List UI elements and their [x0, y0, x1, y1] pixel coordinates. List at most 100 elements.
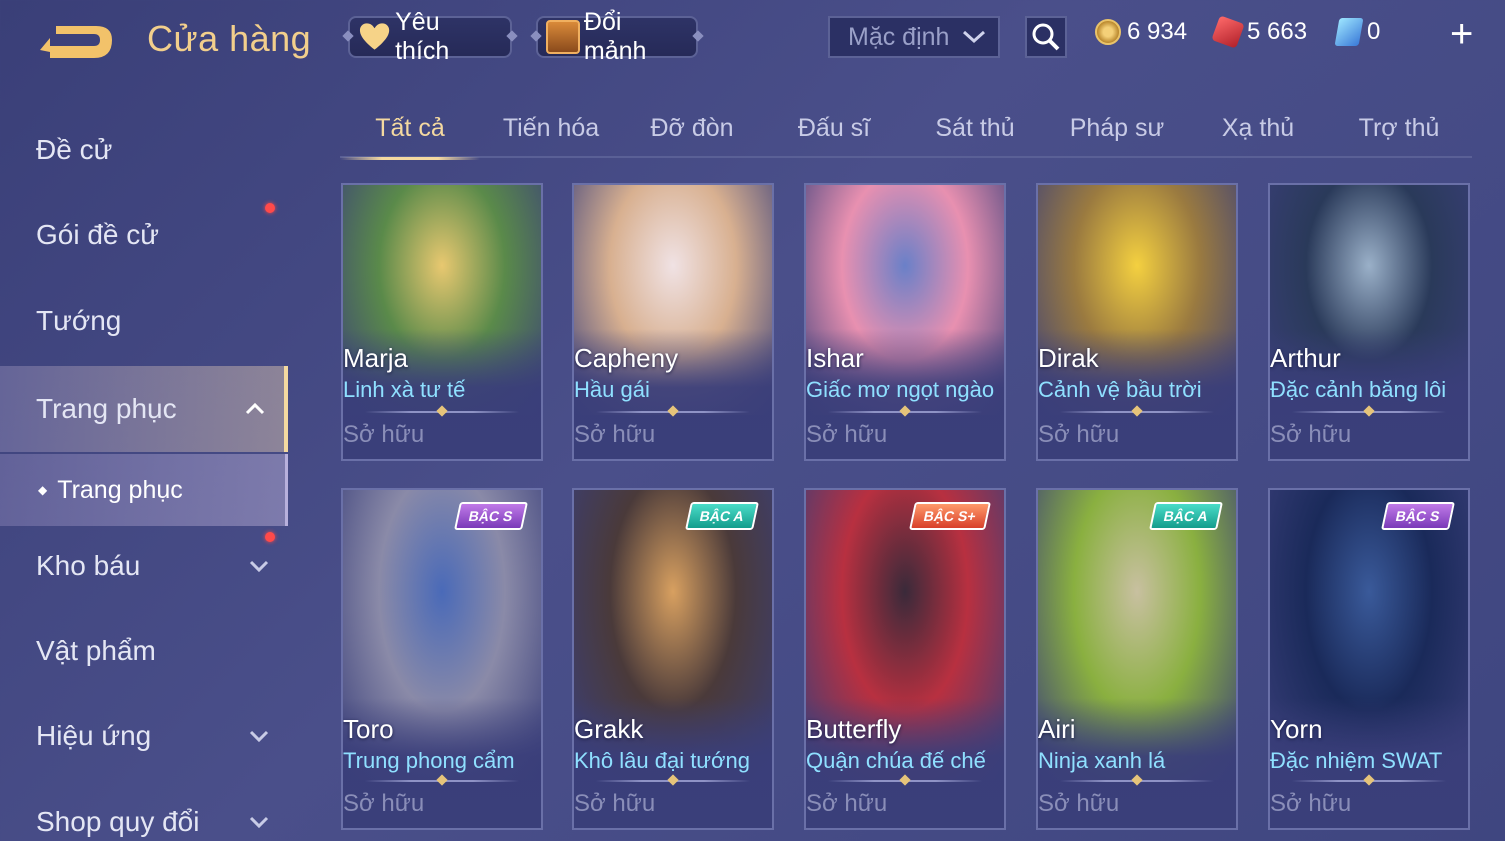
tier-badge: BẬC A [685, 502, 759, 530]
owned-status: Sở hữu [806, 790, 888, 817]
tier-badge: BẬC A [1149, 502, 1223, 530]
owned-status: Sở hữu [1270, 790, 1352, 817]
tier-badge: BẬC S [1381, 502, 1455, 530]
sidebar-item-label: Hiệu ứng [36, 720, 152, 751]
sidebar-item-exchange-shop[interactable]: Shop quy đổi [0, 782, 288, 841]
diamond-bullet-icon: ◆ [38, 483, 48, 497]
back-button[interactable] [36, 22, 116, 62]
ticket-icon [1334, 18, 1364, 46]
sort-dropdown[interactable]: Mặc định [828, 16, 1000, 58]
tab-fighter[interactable]: Đấu sĩ [764, 108, 904, 156]
sidebar-item-label: Trang phục [36, 393, 177, 424]
skin-name: Trung phong cẩm [343, 748, 515, 773]
hero-name: Ishar [806, 343, 864, 373]
skin-card[interactable]: Arthur Đặc cảnh băng lôi Sở hữu [1268, 183, 1470, 461]
hero-name: Dirak [1038, 343, 1099, 373]
tier-badge: BẬC S [454, 502, 528, 530]
ruby-icon [1211, 15, 1245, 49]
chevron-down-icon [249, 560, 269, 573]
skin-card[interactable]: Marja Linh xà tư tế Sở hữu [341, 183, 543, 461]
ruby-balance: 5 663 [1211, 15, 1308, 49]
card-divider [365, 411, 519, 413]
card-divider [1292, 411, 1446, 413]
sidebar-item-label: Vật phẩm [36, 635, 156, 666]
owned-status: Sở hữu [343, 790, 425, 817]
card-divider [365, 780, 519, 782]
skin-name: Linh xà tư tế [343, 377, 466, 402]
skin-card[interactable]: Butterfly Quận chúa đế chế Sở hữu BẬC S+ [804, 488, 1006, 830]
notification-dot [265, 532, 275, 542]
owned-status: Sở hữu [574, 790, 656, 817]
skin-name: Đặc nhiệm SWAT [1270, 748, 1443, 773]
tab-all[interactable]: Tất cả [340, 108, 480, 160]
owned-status: Sở hữu [1038, 421, 1120, 448]
role-tabs: Tất cả Tiến hóa Đỡ đòn Đấu sĩ Sát thủ Ph… [340, 108, 1472, 160]
sidebar: Đề cử Gói đề cử Tướng Trang phục ◆ Trang… [0, 100, 290, 841]
skin-card[interactable]: Toro Trung phong cẩm Sở hữu BẬC S [341, 488, 543, 830]
chest-icon [546, 20, 580, 54]
hero-name: Airi [1038, 714, 1076, 744]
sort-value: Mặc định [848, 22, 950, 51]
tier-badge: BẬC S+ [909, 502, 991, 530]
chevron-up-icon [245, 402, 265, 415]
search-button[interactable] [1025, 16, 1067, 58]
sidebar-item-heroes[interactable]: Tướng [0, 281, 288, 361]
sidebar-item-label: Đề cử [36, 134, 113, 165]
skin-card[interactable]: Dirak Cảnh vệ bầu trời Sở hữu [1036, 183, 1238, 461]
skin-card[interactable]: Grakk Khô lâu đại tướng Sở hữu BẬC A [572, 488, 774, 830]
tab-marksman[interactable]: Xạ thủ [1188, 108, 1328, 156]
sidebar-subitem-label: Trang phục [57, 475, 183, 504]
sidebar-item-label: Shop quy đổi [36, 806, 200, 837]
hero-name: Toro [343, 714, 394, 744]
sidebar-item-label: Kho báu [36, 550, 141, 581]
gold-balance: 6 934 [1095, 18, 1187, 46]
chevron-down-icon [249, 730, 269, 743]
page-title: Cửa hàng [147, 18, 312, 59]
skin-card[interactable]: Ishar Giấc mơ ngọt ngào Sở hữu [804, 183, 1006, 461]
owned-status: Sở hữu [574, 421, 656, 448]
sidebar-item-label: Tướng [36, 305, 122, 336]
skin-card[interactable]: Capheny Hầu gái Sở hữu [572, 183, 774, 461]
skin-name: Khô lâu đại tướng [574, 748, 750, 773]
tab-support[interactable]: Trợ thủ [1329, 108, 1469, 156]
ruby-amount: 5 663 [1247, 18, 1308, 45]
sidebar-item-featured[interactable]: Đề cử [0, 110, 288, 190]
hero-name: Arthur [1270, 343, 1341, 373]
sidebar-item-effects[interactable]: Hiệu ứng [0, 696, 288, 776]
heart-icon [359, 23, 390, 50]
hero-name: Yorn [1270, 714, 1323, 744]
hero-name: Capheny [574, 343, 679, 373]
tab-tank[interactable]: Đỡ đòn [622, 108, 762, 156]
skin-name: Đặc cảnh băng lôi [1270, 377, 1447, 402]
skin-card[interactable]: Yorn Đặc nhiệm SWAT Sở hữu BẬC S [1268, 488, 1470, 830]
sidebar-item-skins[interactable]: Trang phục [0, 366, 288, 452]
shard-exchange-button[interactable]: Đổi mảnh [536, 8, 698, 65]
gold-amount: 6 934 [1127, 18, 1188, 45]
skin-name: Giấc mơ ngọt ngào [806, 377, 995, 402]
sidebar-item-label: Gói đề cử [36, 219, 160, 250]
search-icon [1032, 23, 1060, 51]
tab-mage[interactable]: Pháp sư [1047, 108, 1187, 156]
hero-name: Butterfly [806, 714, 902, 744]
sidebar-item-items[interactable]: Vật phẩm [0, 611, 288, 691]
favorite-button[interactable]: Yêu thích [348, 8, 512, 65]
sidebar-item-bundles[interactable]: Gói đề cử [0, 195, 288, 275]
favorite-label: Yêu thích [395, 8, 450, 65]
skin-name: Quận chúa đế chế [806, 748, 986, 773]
owned-status: Sở hữu [343, 421, 425, 448]
tab-evolution[interactable]: Tiến hóa [481, 108, 621, 156]
card-divider [828, 780, 982, 782]
card-divider [1060, 411, 1214, 413]
tab-assassin[interactable]: Sát thủ [905, 108, 1045, 156]
skin-card[interactable]: Airi Ninja xanh lá Sở hữu BẬC A [1036, 488, 1238, 830]
top-bar: Cửa hàng Yêu thích Đổi mảnh Mặc định 6 9… [0, 0, 1505, 80]
plus-icon[interactable]: + [1450, 14, 1473, 54]
owned-status: Sở hữu [1038, 790, 1120, 817]
sidebar-item-treasure[interactable]: Kho báu [0, 526, 288, 606]
chevron-down-icon [962, 30, 986, 44]
card-divider [596, 411, 750, 413]
shard-exchange-label: Đổi mảnh [583, 8, 647, 65]
skin-name: Cảnh vệ bầu trời [1038, 377, 1202, 402]
card-divider [1060, 780, 1214, 782]
sidebar-subitem-skins[interactable]: ◆ Trang phục [0, 454, 288, 526]
